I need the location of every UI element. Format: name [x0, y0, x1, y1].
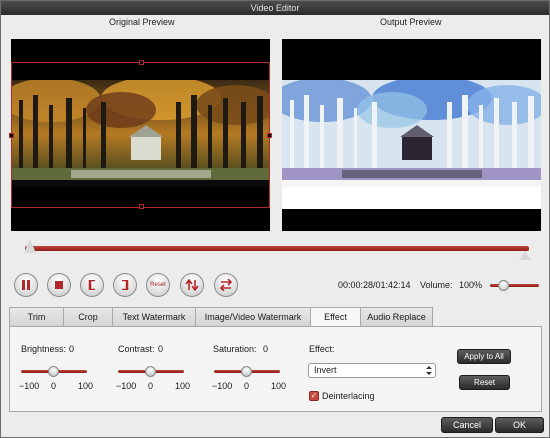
- flip-horizontal-icon: [219, 279, 233, 291]
- brightness-max: 100: [78, 381, 94, 391]
- timeline-start-marker[interactable]: [24, 239, 36, 253]
- crop-handle-top[interactable]: [139, 60, 144, 65]
- playback-time: 00:00:28/01:42:14: [338, 280, 411, 290]
- original-preview: [9, 39, 272, 231]
- contrast-slider-knob[interactable]: [145, 366, 156, 377]
- volume-label: Volume:: [420, 280, 453, 290]
- saturation-label: Saturation:: [213, 344, 257, 354]
- reset-icon: Reset: [150, 282, 166, 288]
- saturation-max: 100: [271, 381, 287, 391]
- saturation-mid: 0: [244, 381, 250, 391]
- stop-icon: [55, 281, 63, 289]
- brightness-value: 0: [69, 344, 75, 354]
- window-title: Video Editor: [1, 1, 549, 15]
- contrast-mid: 0: [148, 381, 154, 391]
- video-editor-window: Video Editor Original Preview Output Pre…: [0, 0, 550, 438]
- tab-crop[interactable]: Crop: [63, 307, 113, 326]
- mark-out-icon: [122, 280, 129, 290]
- tab-image-video-watermark[interactable]: Image/Video Watermark: [195, 307, 311, 326]
- pause-button[interactable]: [14, 273, 38, 297]
- volume-slider-knob[interactable]: [498, 280, 510, 291]
- tab-effect[interactable]: Effect: [310, 307, 361, 327]
- output-frame-image: [282, 80, 541, 187]
- contrast-value: 0: [158, 344, 164, 354]
- contrast-min: −100: [116, 381, 137, 391]
- select-arrows-icon: [426, 366, 432, 375]
- apply-to-all-button[interactable]: Apply to All: [457, 349, 511, 364]
- output-preview: [282, 39, 541, 231]
- deinterlacing-checkbox[interactable]: ✓: [309, 391, 319, 401]
- original-preview-label: Original Preview: [109, 17, 175, 27]
- reset-effect-button[interactable]: Reset: [459, 375, 510, 390]
- flip-vertical-icon: [185, 279, 199, 291]
- cancel-button[interactable]: Cancel: [441, 417, 493, 433]
- effect-label: Effect:: [309, 344, 335, 354]
- ok-button[interactable]: OK: [495, 417, 544, 433]
- contrast-label: Contrast:: [118, 344, 155, 354]
- mark-in-icon: [88, 280, 95, 290]
- tab-audio-replace[interactable]: Audio Replace: [360, 307, 433, 326]
- checkmark-icon: ✓: [310, 391, 318, 400]
- output-preview-label: Output Preview: [380, 17, 442, 27]
- effect-panel: [9, 326, 542, 412]
- timeline-slider[interactable]: [25, 246, 529, 251]
- effect-select[interactable]: Invert: [308, 363, 436, 378]
- flip-vertical-button[interactable]: [180, 273, 204, 297]
- pause-icon: [22, 280, 30, 290]
- saturation-value: 0: [263, 344, 269, 354]
- saturation-min: −100: [212, 381, 233, 391]
- flip-horizontal-button[interactable]: [214, 273, 238, 297]
- mark-in-button[interactable]: [80, 273, 104, 297]
- deinterlacing-label: Deinterlacing: [322, 391, 375, 401]
- output-bottom-white: [282, 187, 541, 209]
- saturation-slider-knob[interactable]: [241, 366, 252, 377]
- contrast-max: 100: [175, 381, 191, 391]
- crop-handle-bottom[interactable]: [139, 204, 144, 209]
- effect-select-value: Invert: [314, 365, 337, 375]
- editor-tabs: Trim Crop Text Watermark Image/Video Wat…: [9, 307, 433, 327]
- stop-button[interactable]: [47, 273, 71, 297]
- crop-selection-box[interactable]: [9, 60, 272, 209]
- crop-handle-left[interactable]: [9, 133, 14, 138]
- brightness-mid: 0: [51, 381, 57, 391]
- tab-trim[interactable]: Trim: [9, 307, 64, 326]
- volume-value: 100%: [459, 280, 483, 290]
- brightness-label: Brightness:: [21, 344, 67, 354]
- mark-out-button[interactable]: [113, 273, 137, 297]
- brightness-min: −100: [19, 381, 40, 391]
- brightness-slider-knob[interactable]: [48, 366, 59, 377]
- tab-text-watermark[interactable]: Text Watermark: [112, 307, 196, 326]
- timeline-end-marker[interactable]: [519, 251, 531, 260]
- crop-handle-right[interactable]: [267, 133, 272, 138]
- volume-slider[interactable]: [490, 284, 539, 287]
- reset-playback-button[interactable]: Reset: [146, 273, 170, 297]
